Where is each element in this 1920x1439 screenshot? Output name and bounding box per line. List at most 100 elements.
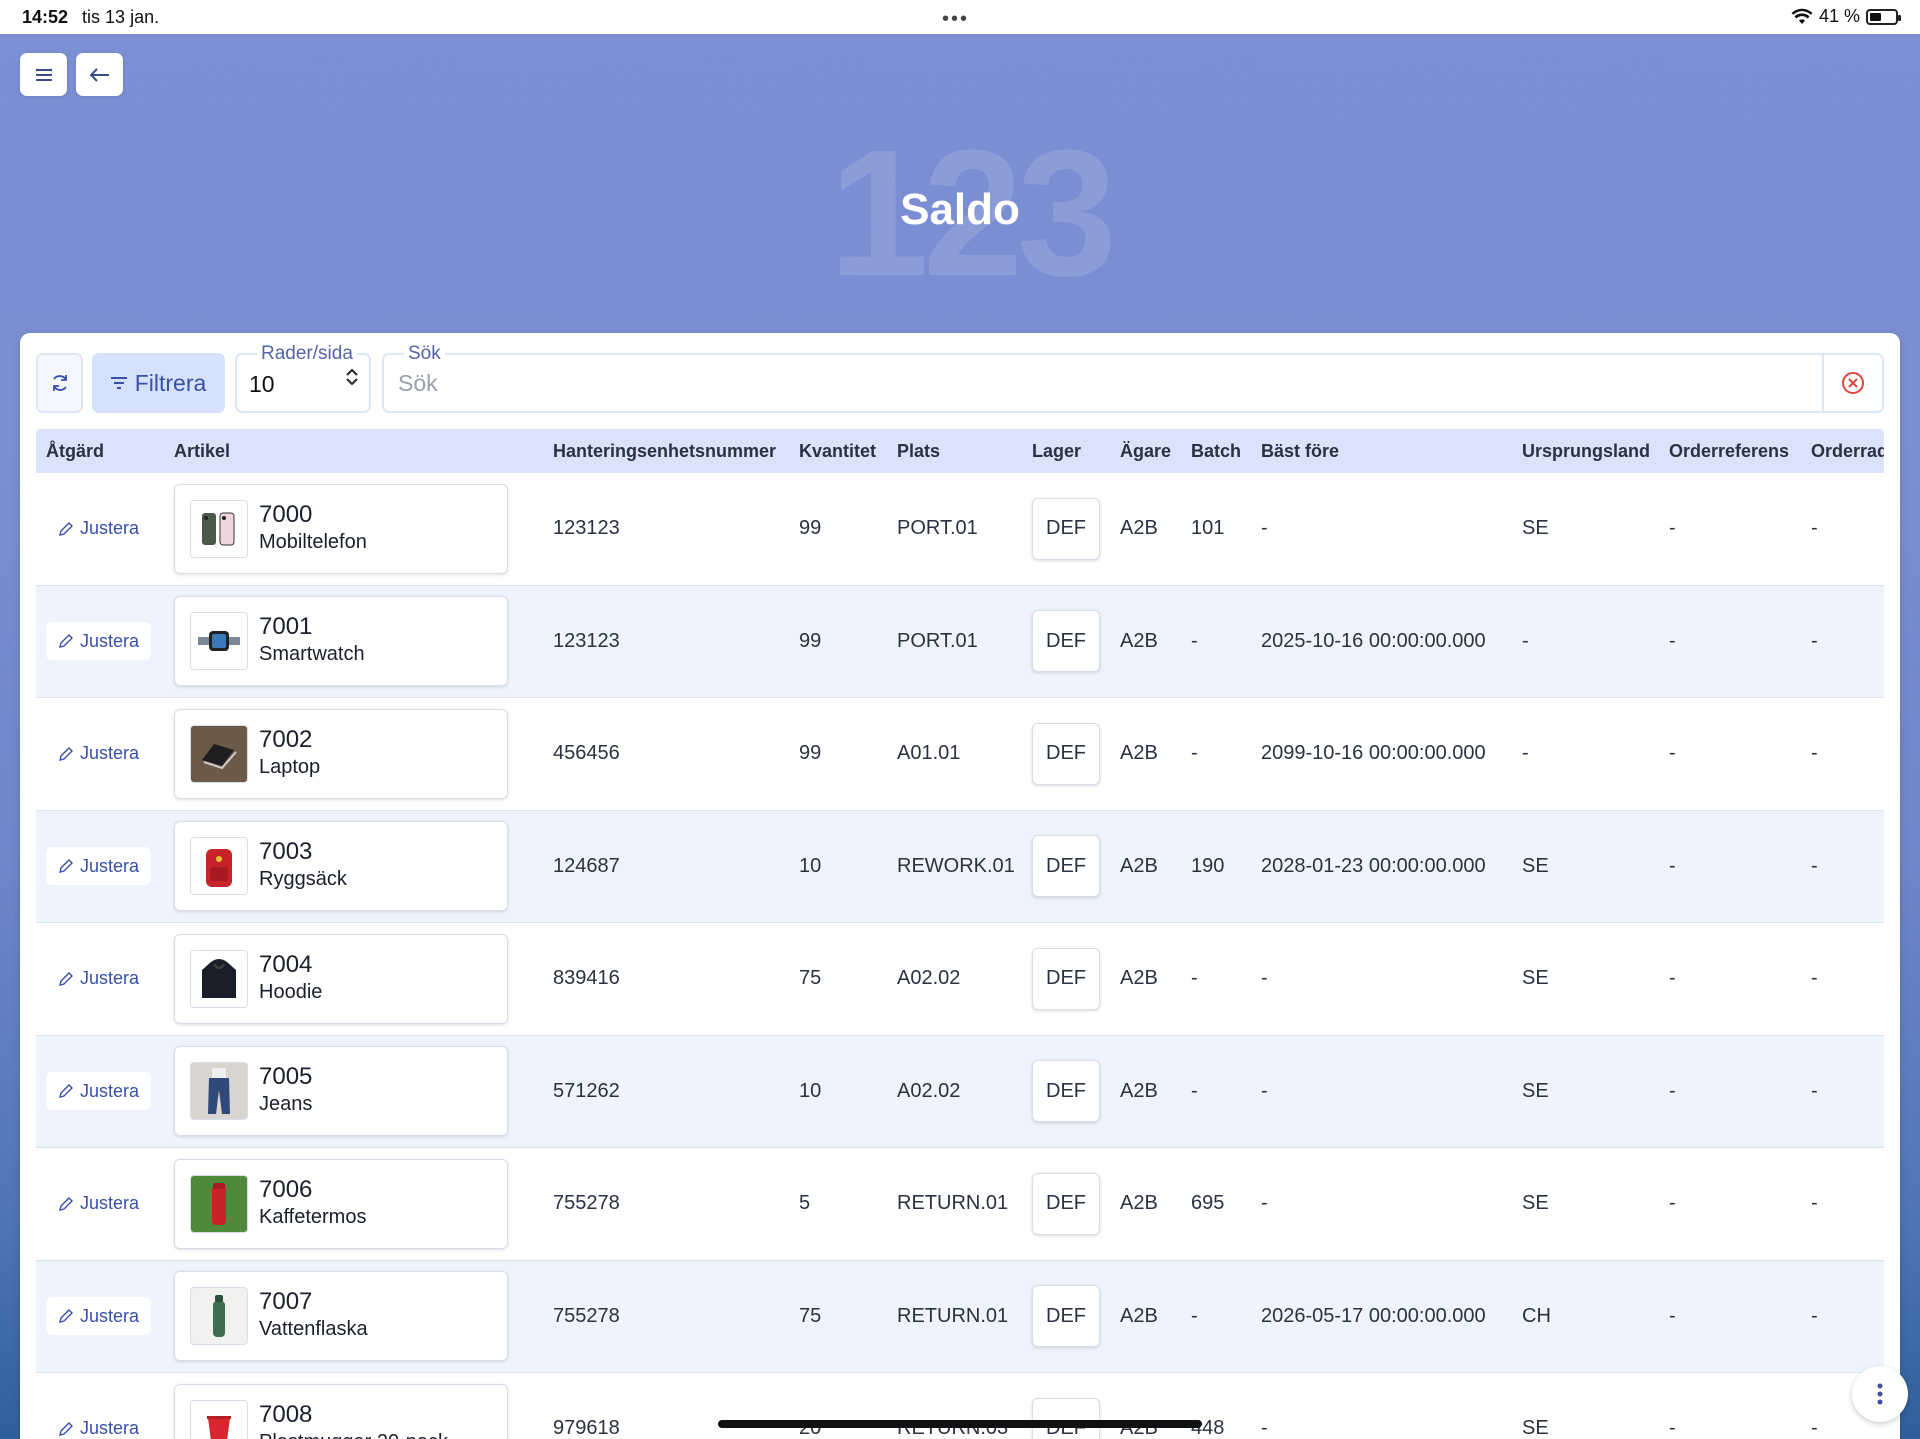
search-input[interactable] [398, 367, 1778, 399]
location: A02.02 [897, 1079, 961, 1102]
multitask-dots[interactable]: ••• [942, 8, 969, 31]
hu-number: 755278 [553, 1192, 620, 1215]
refresh-button[interactable] [36, 353, 83, 413]
col-atgard[interactable]: Åtgärd [46, 441, 104, 462]
warehouse-badge[interactable]: DEF [1032, 835, 1100, 898]
order-row: - [1811, 1417, 1818, 1439]
col-artikel[interactable]: Artikel [174, 441, 230, 462]
best-before: - [1261, 1192, 1268, 1215]
pencil-icon [59, 971, 73, 986]
batch: 101 [1191, 517, 1225, 540]
origin-country: - [1522, 742, 1529, 765]
col-batch[interactable]: Batch [1191, 441, 1241, 462]
col-kvantitet[interactable]: Kvantitet [799, 441, 876, 462]
owner: A2B [1120, 854, 1158, 877]
more-options-button[interactable] [1852, 1366, 1908, 1422]
article-number: 7002 [259, 725, 313, 753]
warehouse-badge[interactable]: DEF [1032, 497, 1100, 560]
batch: - [1191, 1304, 1198, 1327]
search-label: Sök [404, 343, 445, 365]
adjust-label: Justera [80, 968, 140, 989]
article-number: 7004 [259, 950, 313, 978]
adjust-button[interactable]: Justera [46, 1072, 152, 1111]
adjust-button[interactable]: Justera [46, 1410, 151, 1439]
adjust-button[interactable]: Justera [46, 1297, 152, 1336]
owner: A2B [1120, 967, 1158, 990]
best-before: - [1261, 1079, 1268, 1102]
order-reference: - [1669, 1079, 1676, 1102]
article-card[interactable]: 7002 Laptop [174, 708, 508, 799]
adjust-label: Justera [80, 630, 140, 651]
batch: - [1191, 967, 1198, 990]
article-name: Smartwatch [259, 643, 365, 666]
article-number: 7000 [259, 500, 313, 528]
adjust-button[interactable]: Justera [46, 735, 151, 773]
warehouse-badge[interactable]: DEF [1032, 947, 1100, 1010]
adjust-button[interactable]: Justera [46, 622, 152, 661]
owner: A2B [1120, 1304, 1158, 1327]
col-ursprungsland[interactable]: Ursprungsland [1522, 441, 1650, 462]
home-indicator[interactable] [718, 1420, 1202, 1428]
article-number: 7001 [259, 613, 313, 641]
origin-country: SE [1522, 854, 1549, 877]
owner: A2B [1120, 742, 1158, 765]
col-agare[interactable]: Ägare [1120, 441, 1171, 462]
pencil-icon [59, 1196, 73, 1211]
article-card[interactable]: 7006 Kaffetermos [174, 1158, 508, 1249]
updown-chevron-icon [345, 367, 359, 387]
table-row: Justera 7000 Mobiltelefon 123123 99 PORT… [36, 473, 1884, 586]
warehouse-badge[interactable]: DEF [1032, 610, 1100, 673]
col-plats[interactable]: Plats [897, 441, 940, 462]
search-field[interactable]: Sök [382, 343, 1884, 413]
filter-button[interactable]: Filtrera [92, 353, 225, 413]
adjust-button[interactable]: Justera [46, 510, 151, 548]
col-orderreferens[interactable]: Orderreferens [1669, 441, 1789, 462]
origin-country: SE [1522, 517, 1549, 540]
rows-per-page-select[interactable]: Rader/sida 10 [235, 343, 371, 413]
article-name: Kaffetermos [259, 1205, 367, 1228]
article-name: Vattenflaska [259, 1318, 368, 1341]
quantity: 75 [799, 967, 822, 990]
col-lager[interactable]: Lager [1032, 441, 1081, 462]
quantity: 99 [799, 629, 822, 652]
battery-percent: 41 % [1818, 6, 1860, 26]
article-card[interactable]: 7005 Jeans [174, 1046, 508, 1137]
article-card[interactable]: 7003 Ryggsäck [174, 821, 508, 912]
clear-search-button[interactable] [1822, 355, 1882, 411]
owner: A2B [1120, 629, 1158, 652]
article-card[interactable]: 7000 Mobiltelefon [174, 483, 508, 574]
wifi-icon [1791, 8, 1813, 24]
warehouse-badge[interactable]: DEF [1032, 1285, 1100, 1348]
warehouse-badge[interactable]: DEF [1032, 1397, 1100, 1439]
origin-country: - [1522, 629, 1529, 652]
warehouse-badge[interactable]: DEF [1032, 1172, 1100, 1235]
article-card[interactable]: 7007 Vattenflaska [174, 1271, 508, 1362]
best-before: - [1261, 1417, 1268, 1439]
location: REWORK.01 [897, 854, 1015, 877]
article-number: 7003 [259, 838, 313, 866]
adjust-button[interactable]: Justera [46, 847, 152, 886]
back-button[interactable] [76, 53, 123, 96]
order-reference: - [1669, 967, 1676, 990]
adjust-label: Justera [80, 1193, 140, 1214]
col-bast-fore[interactable]: Bäst före [1261, 441, 1339, 462]
article-card[interactable]: 7008 Plastmuggar 20-pack [174, 1383, 508, 1439]
location: A01.01 [897, 742, 961, 765]
adjust-button[interactable]: Justera [46, 1185, 151, 1223]
inventory-card: Filtrera Rader/sida 10 Sök Åtgärd Artike… [20, 333, 1900, 1439]
warehouse-badge[interactable]: DEF [1032, 722, 1100, 785]
location: RETURN.01 [897, 1192, 1009, 1215]
product-image-jeans [190, 1062, 248, 1121]
order-reference: - [1669, 1417, 1676, 1439]
warehouse-badge[interactable]: DEF [1032, 1060, 1100, 1123]
hu-number: 839416 [553, 967, 620, 990]
menu-button[interactable] [20, 53, 67, 96]
article-card[interactable]: 7004 Hoodie [174, 933, 508, 1024]
article-card[interactable]: 7001 Smartwatch [174, 596, 508, 687]
table-row: Justera 7005 Jeans 571262 10 A02.02 DEF … [36, 1035, 1884, 1148]
article-name: Ryggsäck [259, 868, 347, 891]
col-hanteringsenhet[interactable]: Hanteringsenhetsnummer [553, 441, 776, 462]
quantity: 10 [799, 854, 822, 877]
col-orderrad[interactable]: Orderrad [1811, 441, 1884, 462]
adjust-button[interactable]: Justera [46, 960, 151, 998]
